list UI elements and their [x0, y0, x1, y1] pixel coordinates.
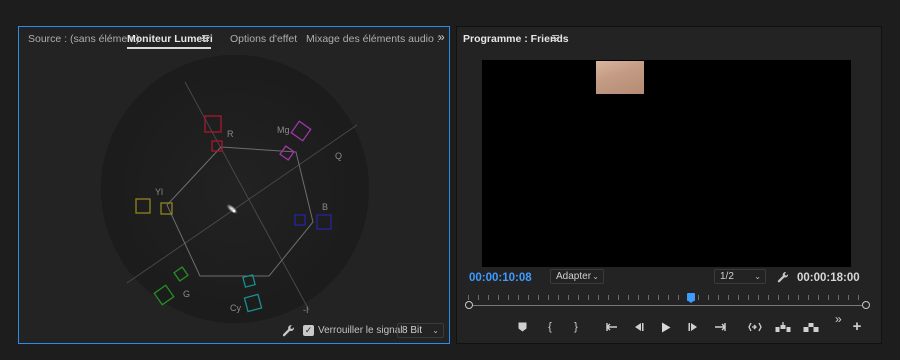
zoom-select[interactable]: Adapter ⌄: [550, 269, 604, 284]
play-button[interactable]: [658, 319, 674, 335]
signal-trace-core: [232, 209, 236, 213]
axis-label-i: -I: [303, 305, 309, 315]
target-label-mg: Mg: [277, 125, 290, 135]
scopes-footer: ✓ Verrouiller le signal 8 Bit ⌄: [19, 321, 449, 343]
program-video-frame[interactable]: [482, 60, 851, 267]
tab-source[interactable]: Source : (sans élément): [28, 33, 139, 45]
extract-icon: [803, 323, 819, 332]
lock-signal-checkbox[interactable]: ✓: [303, 325, 314, 336]
plus-icon: +: [852, 318, 862, 335]
lift-icon: [775, 322, 791, 332]
step-forward-button[interactable]: [685, 319, 701, 335]
chevron-down-icon: ⌄: [754, 272, 761, 281]
add-marker-button[interactable]: [514, 319, 530, 335]
go-to-out-icon: [715, 323, 726, 331]
top-strip: [0, 0, 900, 24]
mark-in-button[interactable]: {: [542, 319, 558, 335]
target-label-g: G: [183, 289, 190, 299]
time-ruler[interactable]: [465, 293, 870, 309]
ruler-end-handle[interactable]: [862, 301, 870, 309]
settings-wrench-icon[interactable]: [777, 271, 790, 284]
panel-tab-bar: Source : (sans élément) Moniteur Lumetri…: [19, 27, 449, 51]
playhead[interactable]: [687, 293, 695, 303]
add-button[interactable]: +: [849, 319, 865, 335]
controls-overflow-icon[interactable]: »: [835, 312, 841, 326]
ruler-start-handle[interactable]: [465, 301, 473, 309]
video-thumbnail: [596, 61, 644, 94]
bit-depth-value: 8 Bit: [402, 325, 423, 336]
marker-icon: [518, 322, 526, 332]
insert-icon: [748, 322, 762, 332]
resolution-value: 1/2: [720, 271, 734, 282]
chevron-down-icon: ⌄: [432, 326, 439, 335]
chevron-down-icon: ⌄: [592, 272, 599, 281]
go-to-in-icon: [606, 323, 617, 331]
settings-wrench-icon[interactable]: [282, 324, 296, 338]
panel-menu-icon[interactable]: [202, 35, 209, 41]
tab-audio-clip-mixer[interactable]: Mixage des éléments audio :: [306, 33, 440, 45]
insert-button[interactable]: [747, 319, 763, 335]
ruler-line: [469, 305, 866, 306]
extract-button[interactable]: [803, 319, 819, 335]
target-label-r: R: [227, 129, 234, 139]
lift-button[interactable]: [775, 319, 791, 335]
current-timecode[interactable]: 00:00:10:08: [469, 272, 532, 284]
bit-depth-select[interactable]: 8 Bit ⌄: [397, 323, 444, 338]
tab-lumetri-scopes[interactable]: Moniteur Lumetri: [127, 33, 213, 45]
go-to-in-button[interactable]: [604, 319, 620, 335]
panel-menu-icon[interactable]: [552, 35, 559, 41]
step-forward-icon: [688, 323, 697, 331]
target-label-yl: Yl: [155, 187, 163, 197]
tab-overflow-icon[interactable]: »: [438, 30, 444, 44]
mark-out-icon: }: [574, 321, 578, 333]
duration-timecode: 00:00:18:00: [797, 272, 860, 284]
target-label-cy: Cy: [230, 303, 241, 313]
ruler-ticks: [468, 295, 867, 300]
mark-in-icon: {: [548, 321, 552, 333]
go-to-out-button[interactable]: [712, 319, 728, 335]
axis-label-q: Q: [335, 151, 342, 161]
program-monitor-panel: Programme : Friends 00:00:10:08 Adapter …: [456, 26, 882, 344]
tab-effect-controls[interactable]: Options d'effet: [230, 33, 297, 45]
vectorscope: R Mg B Cy G Yl Q -I: [101, 55, 369, 323]
zoom-value: Adapter: [556, 271, 592, 282]
target-label-b: B: [322, 202, 328, 212]
step-back-button[interactable]: [630, 319, 646, 335]
step-back-icon: [634, 323, 643, 331]
play-icon: [662, 322, 671, 333]
active-tab-indicator: [127, 47, 211, 49]
lock-signal-label: Verrouiller le signal: [318, 325, 403, 336]
lumetri-scopes-panel: Source : (sans élément) Moniteur Lumetri…: [18, 26, 450, 344]
transport-controls: { } » +: [457, 312, 881, 337]
mark-out-button[interactable]: }: [568, 319, 584, 335]
resolution-select[interactable]: 1/2 ⌄: [714, 269, 766, 284]
